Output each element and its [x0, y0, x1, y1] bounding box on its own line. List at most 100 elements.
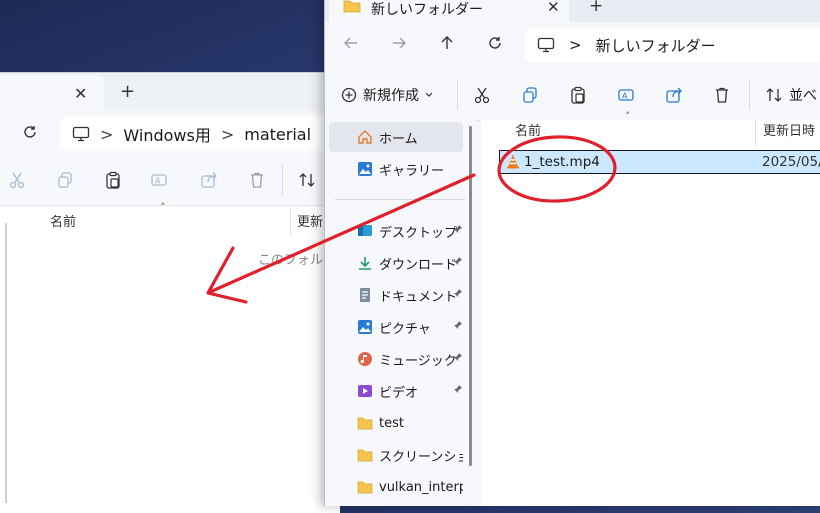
cut-icon[interactable]: [8, 171, 26, 189]
nav-item-downloads[interactable]: ダウンロード: [329, 248, 463, 278]
copy-icon[interactable]: [521, 86, 539, 104]
front-new-tab-button[interactable]: +: [589, 0, 603, 16]
pin-icon[interactable]: [453, 320, 463, 330]
pin-icon[interactable]: [453, 288, 463, 298]
file-row-selected[interactable]: 1_test.mp4 2025/05/: [499, 150, 820, 174]
refresh-icon[interactable]: [487, 35, 503, 51]
folder-icon: [357, 415, 373, 431]
share-icon[interactable]: [200, 171, 218, 189]
nav-divider: [335, 199, 465, 200]
new-button-label: 新規作成: [363, 88, 419, 104]
breadcrumb-item[interactable]: Windows用: [123, 122, 210, 146]
nav-item-desktop[interactable]: デスクトップ: [329, 216, 463, 246]
sort-icon[interactable]: [298, 171, 316, 189]
nav-item-label: ピクチャ: [379, 321, 431, 337]
front-explorer-window: 新しいフォルダー ✕ + > 新しいフォルダー 新規作成 A 並べ ホーム ギャ…: [324, 0, 820, 506]
delete-icon[interactable]: [713, 86, 731, 104]
new-button[interactable]: 新規作成: [341, 85, 433, 105]
nav-item-label: ミュージック: [379, 353, 457, 369]
rename-icon[interactable]: A: [150, 171, 168, 189]
column-divider[interactable]: [755, 120, 756, 146]
nav-item-label: ホーム: [379, 131, 418, 147]
back-column-header: ˄ 名前 更新: [0, 201, 340, 237]
column-name-header[interactable]: 名前: [50, 211, 76, 230]
folder-icon: [343, 0, 361, 14]
toolbar-divider: [749, 80, 750, 110]
back-nav-scrollbar[interactable]: [5, 223, 7, 503]
toolbar-divider: [457, 80, 458, 110]
breadcrumb-item[interactable]: 新しいフォルダー: [596, 35, 716, 56]
back-tab[interactable]: ✕: [0, 75, 104, 111]
nav-item-label: ダウンロード: [379, 257, 458, 273]
this-pc-icon: [72, 126, 90, 142]
tab-title: 新しいフォルダー: [371, 2, 483, 18]
forward-arrow-icon[interactable]: [391, 35, 407, 51]
breadcrumb-chevron: >: [220, 124, 235, 144]
gallery-icon: [357, 161, 373, 177]
nav-item-screenshots[interactable]: スクリーンショッ: [329, 440, 463, 470]
nav-item-vulkan[interactable]: vulkan_interp: [329, 472, 463, 502]
column-divider[interactable]: [290, 207, 291, 235]
back-new-tab-button[interactable]: +: [120, 81, 135, 102]
nav-item-label: ドキュメント: [379, 289, 458, 305]
nav-item-label: test: [379, 415, 404, 431]
cut-icon[interactable]: [473, 86, 491, 104]
nav-item-pictures[interactable]: ピクチャ: [329, 312, 463, 342]
share-icon[interactable]: [665, 86, 683, 104]
pin-icon[interactable]: [453, 352, 463, 362]
chevron-down-icon: [425, 92, 433, 98]
vlc-cone-icon: [506, 154, 520, 169]
paste-icon[interactable]: [569, 86, 587, 104]
sort-icon: [765, 86, 783, 104]
nav-item-videos[interactable]: ビデオ: [329, 376, 463, 406]
nav-item-documents[interactable]: ドキュメント: [329, 280, 463, 310]
sort-button[interactable]: 並べ: [765, 85, 817, 105]
pin-icon[interactable]: [453, 224, 463, 234]
column-date-header[interactable]: 更新: [297, 211, 323, 230]
delete-icon[interactable]: [248, 171, 266, 189]
sort-caret-icon: ˄: [160, 201, 166, 214]
back-tab-bar: ✕ +: [0, 73, 340, 111]
nav-item-label: vulkan_interp: [379, 479, 463, 495]
file-list: ˄ 名前 更新日時 1_test.mp4 2025/05/: [481, 110, 820, 506]
front-tab[interactable]: 新しいフォルダー ✕: [329, 0, 569, 22]
navigation-pane: ホーム ギャラリー デスクトップ ダウンロード ドキュメント ピクチャ ミュージ…: [325, 120, 475, 506]
plus-circle-icon: [341, 87, 357, 103]
nav-item-test[interactable]: test: [329, 408, 463, 438]
back-tab-close-button[interactable]: ✕: [74, 84, 87, 103]
breadcrumb-item[interactable]: material: [244, 125, 311, 144]
sort-button-label: 並べ: [789, 88, 817, 104]
refresh-icon[interactable]: [22, 124, 38, 140]
toolbar-divider: [282, 165, 283, 195]
pin-icon[interactable]: [453, 384, 463, 394]
back-explorer-window: ✕ + > Windows用 > material A ˄ 名前 更新 このフォ…: [0, 72, 360, 513]
desktop-icon: [357, 223, 373, 239]
folder-icon: [357, 479, 373, 495]
video-icon: [357, 383, 373, 399]
folder-icon: [357, 447, 373, 463]
back-arrow-icon[interactable]: [343, 35, 359, 51]
column-date-header[interactable]: 更新日時: [763, 120, 815, 139]
pin-icon[interactable]: [453, 256, 463, 266]
back-command-bar: A: [0, 157, 340, 206]
front-breadcrumb[interactable]: > 新しいフォルダー: [525, 28, 820, 62]
paste-icon[interactable]: [104, 171, 122, 189]
nav-item-music[interactable]: ミュージック: [329, 344, 463, 374]
up-arrow-icon[interactable]: [439, 35, 455, 51]
nav-item-label: ギャラリー: [379, 163, 445, 179]
nav-item-label: スクリーンショッ: [379, 449, 463, 465]
front-tab-close-button[interactable]: ✕: [547, 0, 560, 16]
this-pc-icon: [537, 37, 555, 53]
copy-icon[interactable]: [56, 171, 74, 189]
nav-item-label: デスクトップ: [379, 225, 458, 241]
column-name-header[interactable]: 名前: [515, 120, 541, 139]
nav-item-home[interactable]: ホーム: [329, 122, 463, 152]
file-modified-date: 2025/05/: [762, 154, 820, 170]
rename-icon[interactable]: A: [617, 86, 635, 104]
svg-text:A: A: [155, 177, 161, 186]
nav-item-gallery[interactable]: ギャラリー: [329, 154, 463, 184]
back-breadcrumb[interactable]: > Windows用 > material: [60, 117, 360, 151]
sort-caret-icon: ˄: [625, 110, 631, 123]
nav-item-label: ビデオ: [379, 385, 419, 401]
nav-pane-scrollbar[interactable]: [469, 126, 472, 466]
